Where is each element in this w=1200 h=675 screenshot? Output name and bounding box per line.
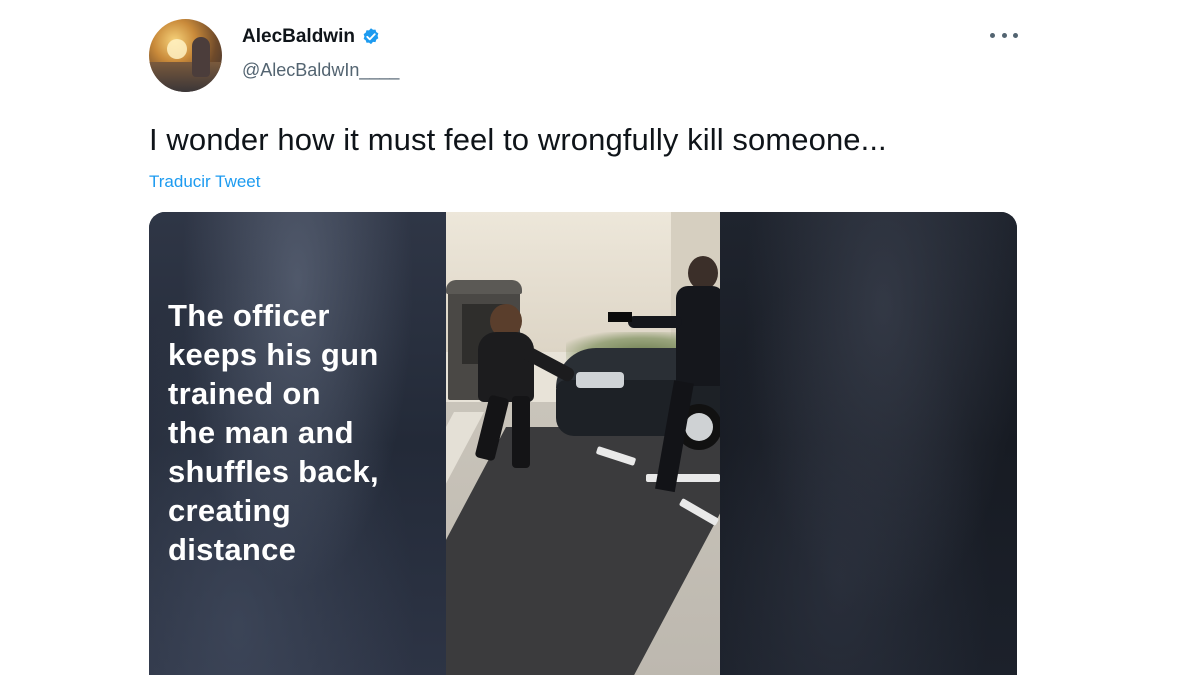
caption-line: shuffles back,	[168, 454, 379, 489]
scene-man-figure	[460, 304, 577, 474]
more-dot	[1013, 32, 1018, 38]
tweet-card: AlecBaldwin @AlecBaldwIn____ I wonder ho…	[0, 0, 1200, 675]
avatar-sea	[149, 62, 222, 92]
officer-arm	[628, 316, 682, 328]
more-dot	[1001, 32, 1007, 38]
avatar[interactable]	[149, 19, 222, 92]
more-horizontal-icon[interactable]	[990, 25, 1018, 45]
trash-can-lid	[446, 280, 522, 294]
officer-torso	[676, 286, 720, 386]
man-leg	[512, 396, 530, 468]
man-torso	[478, 332, 534, 402]
caption-line: distance	[168, 532, 297, 567]
media-video-frame	[446, 212, 720, 675]
tweet-media-video[interactable]: The officer keeps his gun trained on the…	[149, 212, 1017, 675]
more-dot	[990, 32, 995, 38]
car-headlight	[576, 372, 624, 388]
caption-line: the man and	[168, 415, 354, 450]
author-name-row: AlecBaldwin	[242, 26, 381, 48]
avatar-sun	[167, 39, 187, 59]
translate-tweet-link[interactable]: Traducir Tweet	[149, 172, 261, 192]
media-blurred-left-panel: The officer keeps his gun trained on the…	[149, 212, 446, 675]
officer-gun	[608, 312, 632, 322]
man-leg	[474, 394, 510, 462]
scene-officer-figure	[608, 252, 720, 502]
caption-line: keeps his gun	[168, 337, 379, 372]
verified-badge-icon	[361, 27, 381, 47]
tweet-text: I wonder how it must feel to wrongfully …	[149, 122, 887, 157]
author-display-name[interactable]: AlecBaldwin	[242, 26, 355, 48]
officer-head	[688, 256, 718, 290]
caption-line: creating	[168, 493, 291, 528]
video-caption: The officer keeps his gun trained on the…	[168, 296, 438, 569]
caption-line: The officer	[168, 298, 330, 333]
avatar-figure	[192, 37, 210, 77]
media-blurred-right-panel	[720, 212, 1017, 675]
caption-line: trained on	[168, 376, 321, 411]
author-handle[interactable]: @AlecBaldwIn____	[242, 60, 399, 81]
